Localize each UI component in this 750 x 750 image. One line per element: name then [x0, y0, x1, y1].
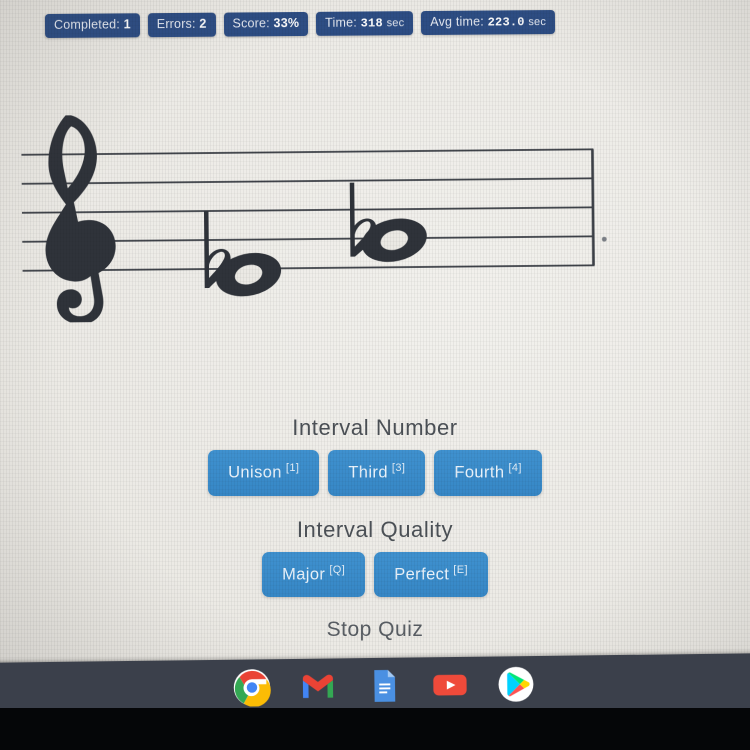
stat-label: Completed: [53, 17, 120, 32]
stat-value: 1 [123, 17, 131, 32]
option-label: Unison [228, 463, 282, 482]
stat-badge-avg-time: Avg time: 223.0 sec [421, 9, 556, 36]
option-label: Perfect [394, 565, 450, 583]
stat-label: Time: [325, 15, 358, 30]
google-docs-icon[interactable] [365, 667, 403, 705]
option-label: Fourth [454, 463, 505, 482]
stat-value: 223.0 [487, 15, 525, 30]
stat-badge-completed: Completed: 1 [44, 13, 140, 39]
stat-badge-errors: Errors: 2 [147, 12, 216, 38]
stat-label: Avg time: [430, 14, 485, 29]
bottom-bezel [0, 708, 750, 750]
interval-number-title: Interval Number [292, 415, 458, 440]
stat-unit: sec [528, 16, 547, 29]
stat-badge-time: Time: 318 sec [316, 11, 414, 36]
interval-quality-options: Major [Q] Perfect [E] [0, 551, 750, 597]
option-shortcut-key: [1] [285, 462, 300, 474]
youtube-icon[interactable] [431, 666, 469, 704]
chrome-icon[interactable] [233, 668, 271, 715]
treble-clef-icon [45, 115, 116, 323]
interval-quality-option-perfect[interactable]: Perfect [E] [374, 551, 488, 597]
interval-number-options: Unison [1] Third [3] Fourth [4] [0, 450, 750, 496]
quiz-stats-bar: Completed: 1 Errors: 2 Score: 33% Time: 318… [44, 9, 556, 39]
interval-number-option-fourth[interactable]: Fourth [4] [434, 450, 542, 496]
option-shortcut-key: [3] [391, 462, 406, 474]
play-store-icon[interactable] [497, 665, 535, 703]
option-shortcut-key: [Q] [329, 563, 346, 576]
stat-unit: sec [386, 17, 405, 30]
taskbar-icons [0, 662, 750, 715]
stat-label: Errors: [156, 16, 196, 32]
whole-notehead-1 [216, 252, 282, 297]
option-label: Third [348, 463, 388, 482]
interval-quality-title: Interval Quality [296, 516, 454, 542]
stat-label: Score: [232, 16, 270, 31]
screen-photo: Completed: 1 Errors: 2 Score: 33% Time: 318… [0, 0, 750, 750]
music-staff [21, 102, 608, 323]
screen-speck [601, 236, 607, 242]
stat-value: 2 [199, 16, 207, 31]
stop-quiz-button[interactable]: Stop Quiz [0, 618, 750, 642]
first-note [203, 211, 282, 297]
interval-quality-option-major[interactable]: Major [Q] [262, 551, 366, 597]
stat-badge-score: Score: 33% [223, 11, 309, 37]
quiz-panel: Interval Number Unison [1] Third [3] Fourth[… [0, 415, 750, 642]
stat-value: 318 [360, 16, 383, 31]
interval-number-option-third[interactable]: Third [3] [328, 450, 426, 496]
option-label: Major [282, 565, 326, 583]
second-note [349, 182, 427, 262]
option-shortcut-key: [4] [508, 462, 522, 474]
gmail-icon[interactable] [299, 667, 337, 705]
option-shortcut-key: [E] [453, 563, 468, 576]
stat-value: 33% [273, 16, 300, 31]
interval-number-option-unison[interactable]: Unison [1] [208, 450, 320, 496]
